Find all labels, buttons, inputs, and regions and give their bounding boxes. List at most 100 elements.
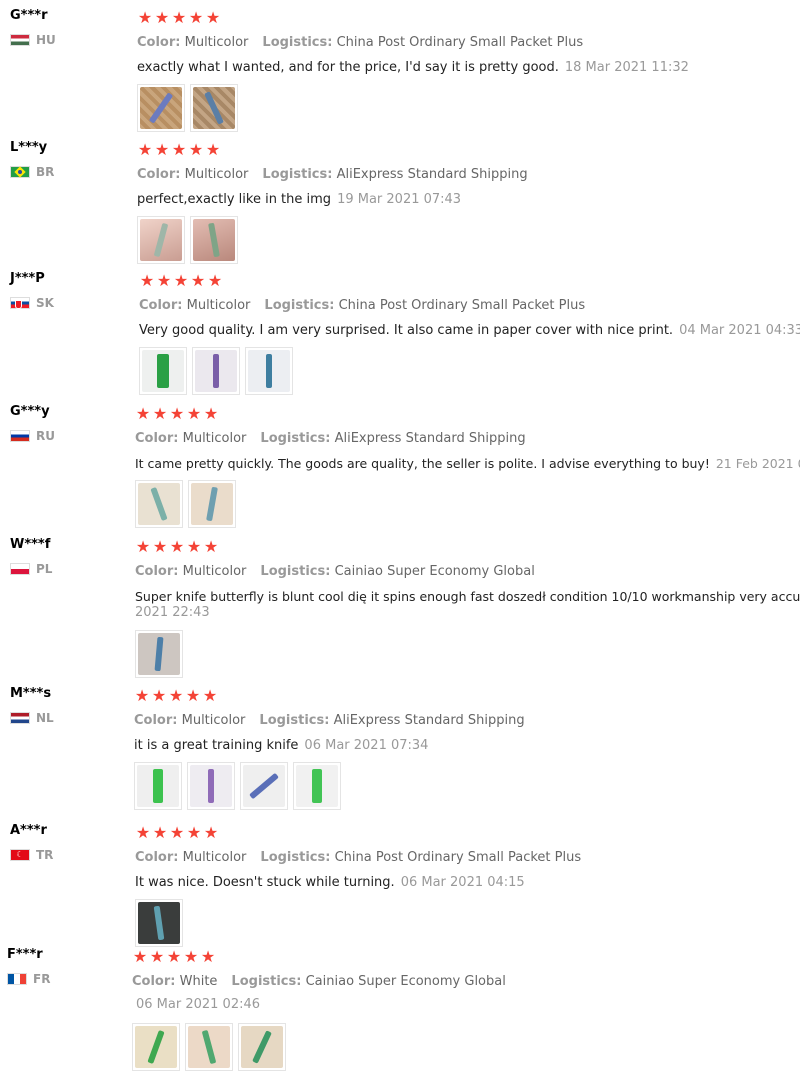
review-photo[interactable] bbox=[137, 216, 185, 264]
star-icon: ★ bbox=[166, 947, 182, 966]
star-icon: ★ bbox=[132, 947, 148, 966]
turkey-flag-icon: ☾ bbox=[10, 849, 30, 861]
star-icon: ★ bbox=[188, 140, 204, 159]
reviewer-country: BR bbox=[10, 164, 54, 180]
review-photo[interactable] bbox=[188, 480, 236, 528]
color-label: Color: bbox=[135, 431, 179, 446]
logistics-label: Logistics: bbox=[262, 167, 333, 182]
review-text: It was nice. Doesn't stuck while turning… bbox=[135, 875, 525, 890]
russia-flag-icon bbox=[10, 430, 30, 442]
order-info: Color: Multicolor Logistics: China Post O… bbox=[139, 298, 585, 313]
order-info: Color: Multicolor Logistics: China Post O… bbox=[137, 35, 583, 50]
star-icon: ★ bbox=[152, 537, 168, 556]
order-info: Color: Multicolor Logistics: AliExpress S… bbox=[134, 713, 525, 728]
star-icon: ★ bbox=[200, 947, 216, 966]
logistics-label: Logistics: bbox=[260, 850, 331, 865]
star-rating: ★ ★ ★ ★ ★ bbox=[137, 10, 221, 26]
star-rating: ★ ★ ★ ★ ★ bbox=[137, 142, 221, 158]
review-photo[interactable] bbox=[190, 84, 238, 132]
logistics-label: Logistics: bbox=[264, 298, 335, 313]
review-text: Very good quality. I am very surprised. … bbox=[139, 323, 800, 338]
review-content: ★ ★ ★ ★ ★ Color: Multicolor Logistics: China … bbox=[137, 10, 689, 132]
star-icon: ★ bbox=[185, 686, 201, 705]
review-photo[interactable] bbox=[293, 762, 341, 810]
star-icon: ★ bbox=[188, 8, 204, 27]
review-photo[interactable] bbox=[137, 84, 185, 132]
review-photo[interactable] bbox=[192, 347, 240, 395]
color-value: Multicolor bbox=[182, 564, 247, 579]
review-photos bbox=[137, 216, 238, 264]
star-rating: ★ ★ ★ ★ ★ bbox=[134, 688, 218, 704]
reviewer-name: G***r bbox=[10, 8, 48, 23]
review-date: 2021 22:43 bbox=[135, 605, 210, 620]
star-icon: ★ bbox=[152, 823, 168, 842]
review-body: perfect,exactly like in the img bbox=[137, 192, 332, 207]
review-text: Super knife butterfly is blunt cool dię … bbox=[135, 589, 800, 604]
star-icon: ★ bbox=[186, 823, 202, 842]
star-icon: ★ bbox=[171, 8, 187, 27]
logistics-value: Cainiao Super Economy Global bbox=[334, 564, 535, 579]
star-icon: ★ bbox=[205, 140, 221, 159]
review-photo[interactable] bbox=[245, 347, 293, 395]
logistics-label: Logistics: bbox=[260, 564, 331, 579]
review-date: 19 Mar 2021 07:43 bbox=[337, 192, 462, 207]
order-info: Color: Multicolor Logistics: Cainiao Supe… bbox=[135, 564, 535, 579]
order-info: Color: Multicolor Logistics: AliExpress S… bbox=[135, 431, 526, 446]
logistics-value: China Post Ordinary Small Packet Plus bbox=[336, 35, 584, 50]
star-icon: ★ bbox=[134, 686, 150, 705]
country-code: NL bbox=[36, 711, 54, 725]
country-code: BR bbox=[36, 165, 55, 179]
review-photo[interactable] bbox=[135, 630, 183, 678]
star-icon: ★ bbox=[137, 140, 153, 159]
order-info: Color: White Logistics: Cainiao Super Eco… bbox=[132, 974, 506, 989]
logistics-label: Logistics: bbox=[260, 431, 331, 446]
review-photo[interactable] bbox=[185, 1023, 233, 1071]
color-label: Color: bbox=[134, 713, 178, 728]
france-flag-icon bbox=[7, 973, 27, 985]
color-value: Multicolor bbox=[182, 431, 247, 446]
star-icon: ★ bbox=[173, 271, 189, 290]
star-icon: ★ bbox=[169, 823, 185, 842]
logistics-label: Logistics: bbox=[231, 974, 302, 989]
reviewer-name: A***r bbox=[10, 823, 47, 838]
star-icon: ★ bbox=[154, 140, 170, 159]
star-icon: ★ bbox=[149, 947, 165, 966]
star-icon: ★ bbox=[168, 686, 184, 705]
review-photo[interactable] bbox=[135, 899, 183, 947]
star-icon: ★ bbox=[203, 404, 219, 423]
country-code: SK bbox=[36, 296, 54, 310]
review-content: ★ ★ ★ ★ ★ Color: Multicolor Logistics: AliExp… bbox=[135, 404, 800, 528]
color-label: Color: bbox=[132, 974, 176, 989]
review-photo[interactable] bbox=[139, 347, 187, 395]
reviewer-name: F***r bbox=[7, 947, 43, 962]
star-icon: ★ bbox=[183, 947, 199, 966]
netherlands-flag-icon bbox=[10, 712, 30, 724]
review-date: 21 Feb 2021 00:31 bbox=[715, 456, 800, 471]
star-rating: ★ ★ ★ ★ ★ bbox=[135, 825, 219, 841]
poland-flag-icon bbox=[10, 563, 30, 575]
review-photos bbox=[135, 899, 183, 947]
star-icon: ★ bbox=[207, 271, 223, 290]
review-date: 04 Mar 2021 04:33 bbox=[679, 323, 800, 338]
review-photo[interactable] bbox=[135, 480, 183, 528]
review-photo[interactable] bbox=[190, 216, 238, 264]
review-photo[interactable] bbox=[132, 1023, 180, 1071]
star-icon: ★ bbox=[139, 271, 155, 290]
review-text: exactly what I wanted, and for the price… bbox=[137, 60, 689, 75]
review-photo[interactable] bbox=[238, 1023, 286, 1071]
country-code: PL bbox=[36, 562, 53, 576]
color-label: Color: bbox=[137, 167, 181, 182]
logistics-value: AliExpress Standard Shipping bbox=[336, 167, 528, 182]
logistics-value: AliExpress Standard Shipping bbox=[333, 713, 525, 728]
review-photo[interactable] bbox=[134, 762, 182, 810]
color-value: Multicolor bbox=[184, 167, 249, 182]
reviewer-country: SK bbox=[10, 295, 54, 311]
review-text: It came pretty quickly. The goods are qu… bbox=[135, 456, 800, 471]
reviewer-name: G***y bbox=[10, 404, 50, 419]
star-icon: ★ bbox=[186, 404, 202, 423]
logistics-value: Cainiao Super Economy Global bbox=[305, 974, 506, 989]
review-photo[interactable] bbox=[187, 762, 235, 810]
review-photo[interactable] bbox=[240, 762, 288, 810]
reviewer-country: NL bbox=[10, 710, 54, 726]
star-icon: ★ bbox=[169, 537, 185, 556]
